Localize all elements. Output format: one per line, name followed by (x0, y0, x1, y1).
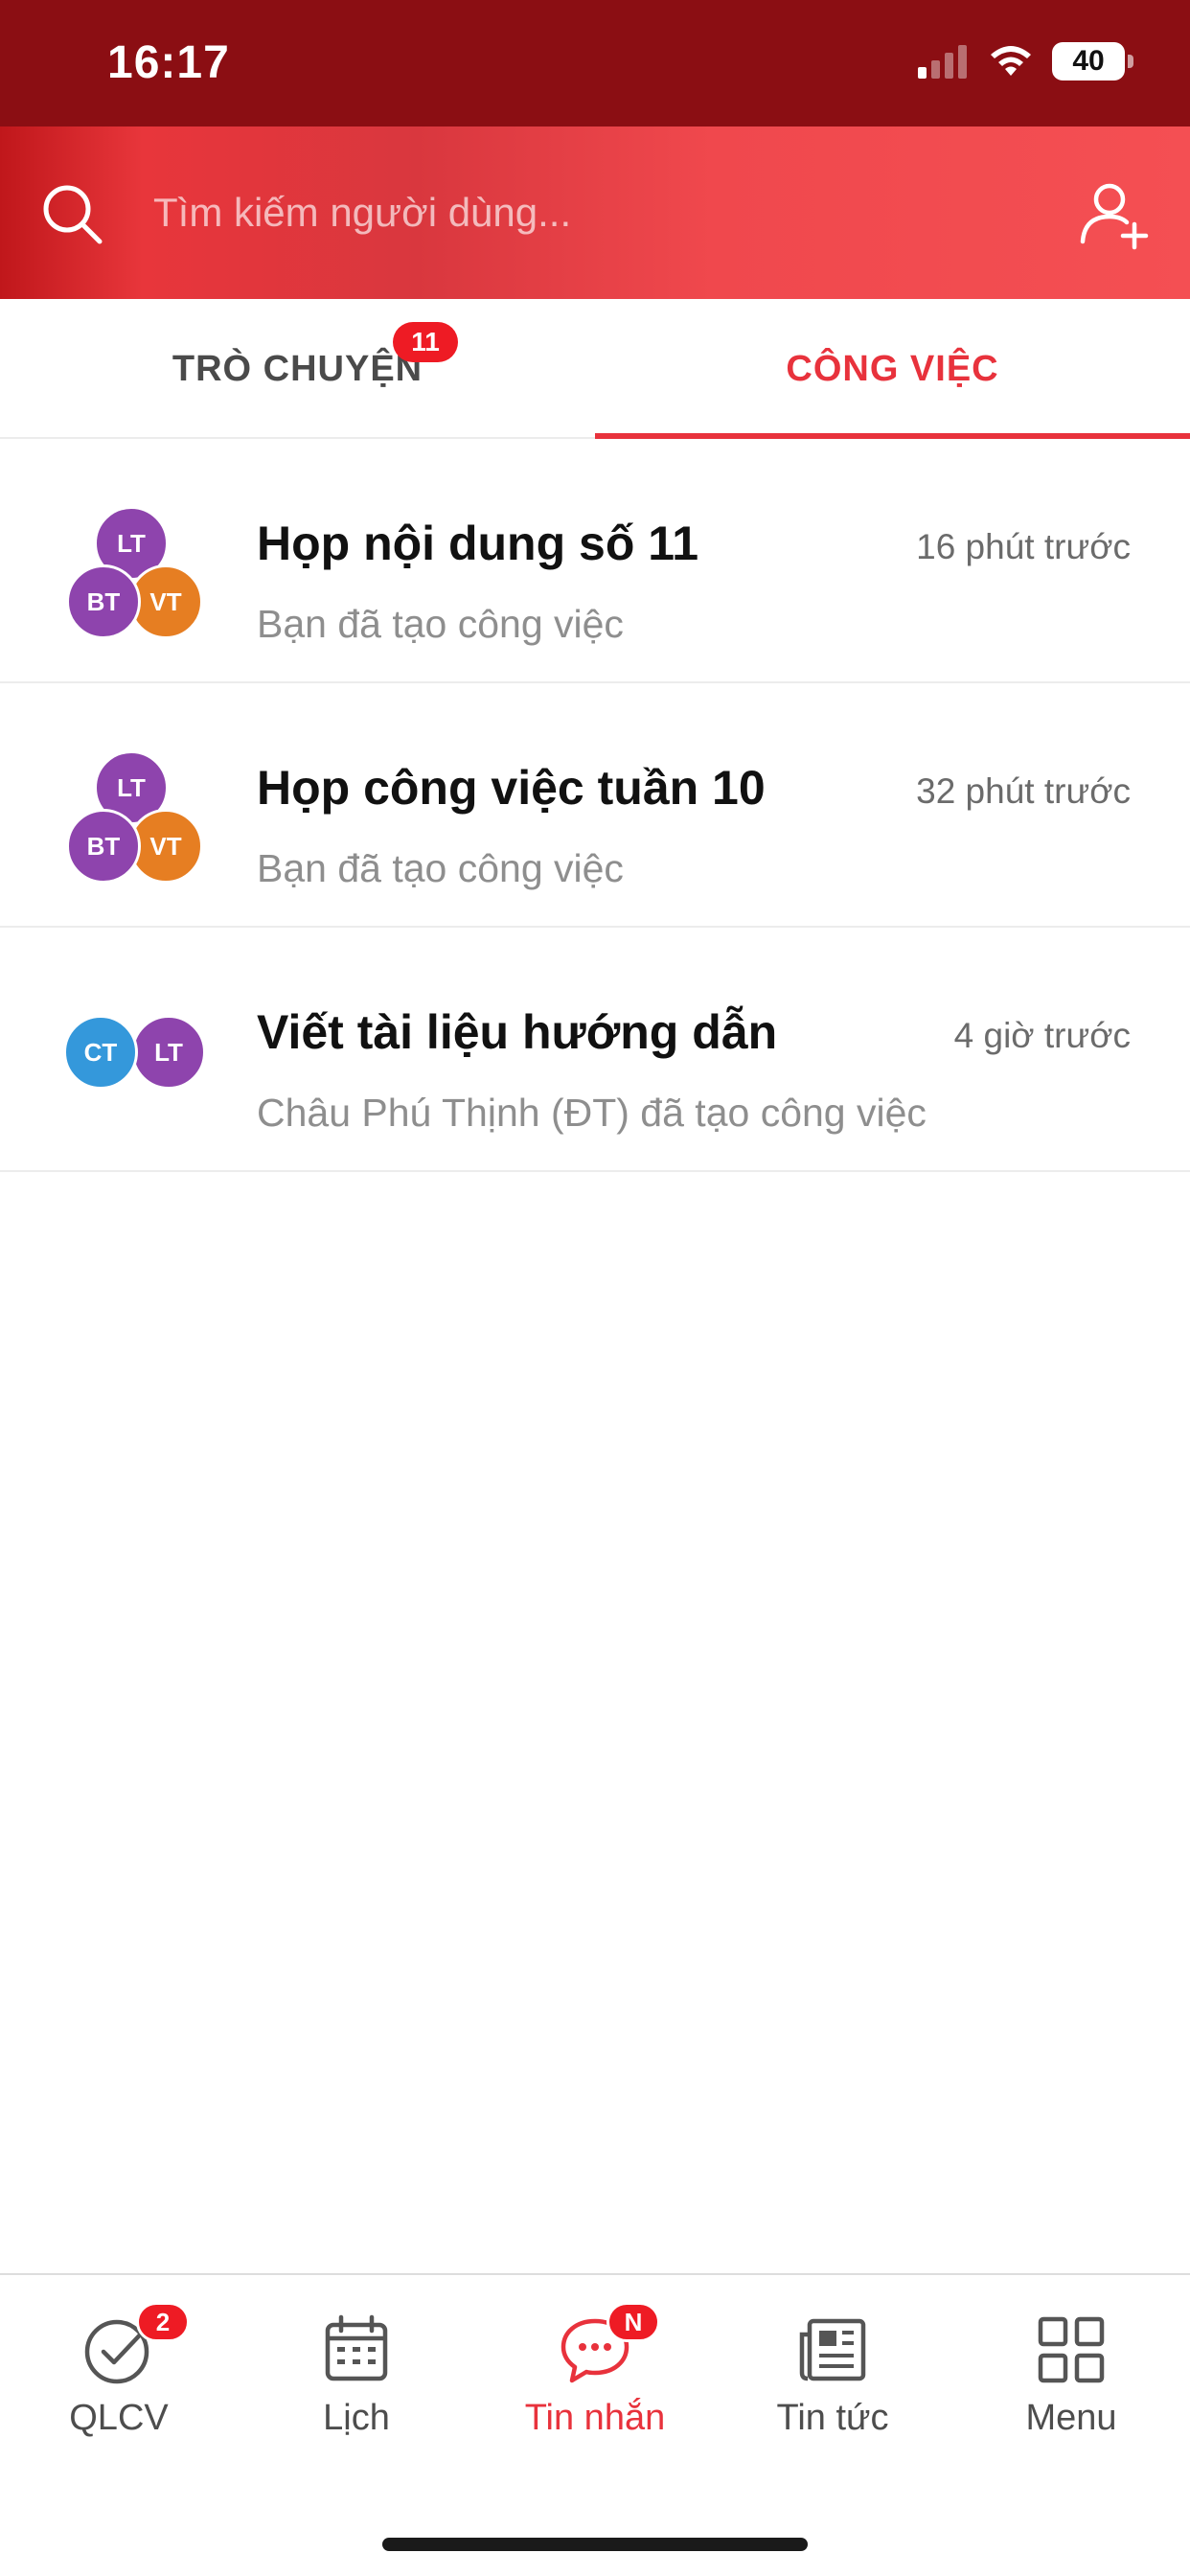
task-row[interactable]: LT VT BT Họp nội dung số 11 16 phút trướ… (0, 439, 1190, 683)
tab-chat-badge: 11 (393, 322, 458, 362)
tab-work-label: CÔNG VIỆC (786, 348, 999, 389)
wifi-icon (991, 46, 1031, 76)
tab-bar: TRÒ CHUYỆN 11 CÔNG VIỆC (0, 299, 1190, 439)
nav-news[interactable]: Tin tức (714, 2275, 951, 2486)
add-user-icon[interactable] (1077, 178, 1152, 253)
tab-chat[interactable]: TRÒ CHUYỆN (0, 299, 595, 439)
nav-calendar[interactable]: Lịch (238, 2275, 475, 2486)
nav-menu[interactable]: Menu (952, 2275, 1190, 2486)
nav-news-label: Tin tức (776, 2398, 889, 2438)
task-time: 32 phút trước (916, 771, 1131, 811)
task-title: Viết tài liệu hướng dẫn (257, 1005, 778, 1059)
nav-qlcv-label: QLCV (69, 2398, 169, 2438)
home-indicator (382, 2538, 808, 2551)
signal-icon (918, 45, 967, 79)
status-icons: 40 (916, 42, 1133, 80)
nav-messages[interactable]: N Tin nhắn (476, 2275, 714, 2486)
battery-indicator: 40 (1052, 42, 1133, 80)
task-row[interactable]: LT CT Viết tài liệu hướng dẫn 4 giờ trướ… (0, 928, 1190, 1172)
nav-messages-badge: N (606, 2302, 660, 2342)
task-list: LT VT BT Họp nội dung số 11 16 phút trướ… (0, 439, 1190, 1172)
grid-icon (1038, 2316, 1105, 2383)
task-time: 16 phút trước (916, 527, 1131, 566)
newspaper-icon (799, 2318, 866, 2381)
nav-calendar-label: Lịch (323, 2398, 390, 2438)
nav-messages-label: Tin nhắn (524, 2398, 666, 2438)
avatar: BT (66, 809, 141, 884)
avatar: LT (131, 1015, 206, 1090)
task-subtitle: Bạn đã tạo công việc (257, 602, 624, 646)
nav-qlcv-badge: 2 (136, 2302, 190, 2342)
avatar: BT (66, 564, 141, 639)
status-bar: 16:17 40 (0, 0, 1190, 126)
tab-work[interactable]: CÔNG VIỆC (595, 299, 1190, 439)
nav-menu-label: Menu (1025, 2398, 1117, 2438)
tab-chat-label: TRÒ CHUYỆN (172, 348, 423, 389)
avatar: CT (63, 1015, 138, 1090)
task-time: 4 giờ trước (953, 1016, 1131, 1055)
search-header (0, 126, 1190, 299)
search-icon (43, 185, 103, 244)
bottom-nav: 2 QLCV Lịch N Tin nhắn Tin tức Menu (0, 2273, 1190, 2576)
calendar-icon (325, 2314, 388, 2381)
task-subtitle: Châu Phú Thịnh (ĐT) đã tạo công việc (257, 1091, 927, 1135)
task-row[interactable]: LT VT BT Họp công việc tuần 10 32 phút t… (0, 683, 1190, 928)
nav-qlcv[interactable]: 2 QLCV (0, 2275, 238, 2486)
task-subtitle: Bạn đã tạo công việc (257, 846, 624, 890)
status-time: 16:17 (107, 37, 230, 88)
task-title: Họp công việc tuần 10 (257, 761, 766, 815)
task-title: Họp nội dung số 11 (257, 517, 699, 570)
search-input[interactable] (153, 176, 1016, 249)
